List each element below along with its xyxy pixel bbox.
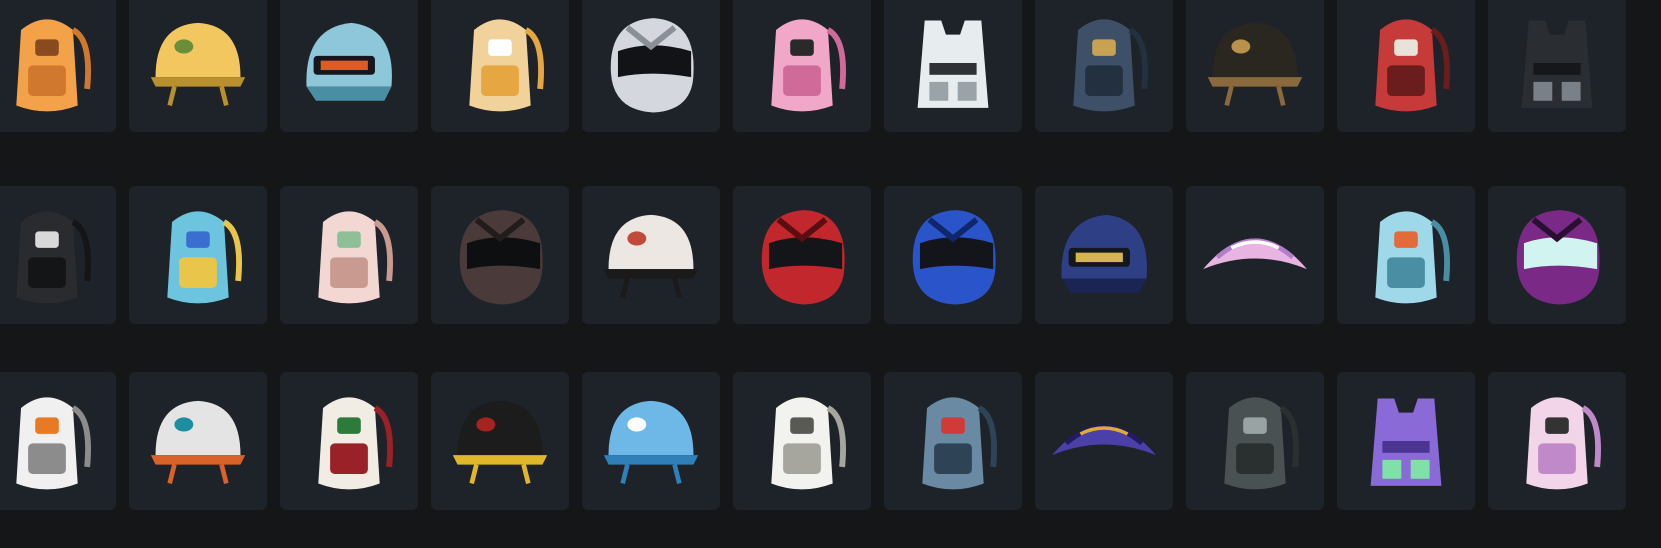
military-backpack-icon [1224, 397, 1300, 490]
robot-backpack-icon [1375, 211, 1451, 304]
skin-tile[interactable] [1488, 0, 1626, 132]
puppy-pouch-backpack-icon [318, 211, 394, 304]
puppy-backpack-icon [469, 19, 545, 112]
cartoon-backpack-icon [1526, 397, 1602, 490]
skin-tile[interactable] [1035, 0, 1173, 132]
pink-parachute-icon [1203, 238, 1307, 270]
black-vest-icon [1521, 20, 1593, 108]
skin-tile[interactable] [0, 186, 116, 324]
skin-tile[interactable] [129, 0, 267, 132]
skin-tile[interactable] [280, 186, 418, 324]
skin-tile[interactable] [884, 186, 1022, 324]
skin-tile[interactable] [0, 0, 116, 132]
skin-tile[interactable] [884, 372, 1022, 510]
red-backpack-icon [1375, 19, 1451, 112]
shark-helmet-icon [603, 400, 699, 485]
skin-tile[interactable] [1337, 372, 1475, 510]
royal-level3-helmet-icon [1061, 214, 1147, 293]
spiked-helmet-icon [1207, 22, 1303, 107]
skin-tile[interactable] [280, 0, 418, 132]
purple-vest-icon [1370, 398, 1442, 486]
skin-tile[interactable] [431, 0, 569, 132]
skin-tile[interactable] [1337, 186, 1475, 324]
skin-grid [0, 0, 1661, 548]
snow-sports-backpack-icon [16, 397, 92, 490]
skin-tile[interactable] [0, 372, 116, 510]
skin-tile[interactable] [733, 0, 871, 132]
galaxy-parachute-icon [1052, 424, 1156, 456]
skin-tile[interactable] [129, 186, 267, 324]
music-helmet-icon [452, 400, 548, 485]
skin-tile[interactable] [733, 372, 871, 510]
skin-tile[interactable] [733, 186, 871, 324]
navy-backpack-icon [1073, 19, 1149, 112]
shark-mouth-backpack-icon [922, 397, 998, 490]
skin-tile[interactable] [431, 372, 569, 510]
skin-tile[interactable] [884, 0, 1022, 132]
skin-tile[interactable] [1035, 372, 1173, 510]
goggle-helmet-icon [150, 400, 246, 485]
skin-tile[interactable] [1186, 372, 1324, 510]
lemon-helmet-icon [150, 22, 246, 107]
skin-tile[interactable] [582, 372, 720, 510]
skin-tile[interactable] [1186, 0, 1324, 132]
camo-vest-icon [917, 20, 989, 108]
skin-tile[interactable] [129, 372, 267, 510]
skin-tile[interactable] [582, 186, 720, 324]
festive-backpack-icon [318, 397, 394, 490]
skin-tile[interactable] [1488, 186, 1626, 324]
pixel-backpack-icon [167, 211, 243, 304]
dalmatian-helmet-icon [603, 214, 699, 299]
red-moto-helmet-icon [761, 210, 845, 305]
pink-backpack-icon [771, 19, 847, 112]
white-ornate-backpack-icon [771, 397, 847, 490]
smiley-backpack-icon [16, 19, 92, 112]
chrome-moto-helmet-icon [610, 18, 694, 113]
skin-tile[interactable] [1186, 186, 1324, 324]
wing-backpack-icon [16, 211, 92, 304]
purple-moto-helmet-icon [1516, 210, 1600, 305]
skin-tile[interactable] [1035, 186, 1173, 324]
blue-moto-helmet-icon [912, 210, 996, 305]
skin-tile[interactable] [280, 372, 418, 510]
skin-tile[interactable] [431, 186, 569, 324]
skin-tile[interactable] [582, 0, 720, 132]
dark-pattern-helmet-icon [459, 210, 543, 305]
blue-level3-helmet-icon [306, 22, 392, 101]
skin-tile[interactable] [1337, 0, 1475, 132]
skin-tile[interactable] [1488, 372, 1626, 510]
